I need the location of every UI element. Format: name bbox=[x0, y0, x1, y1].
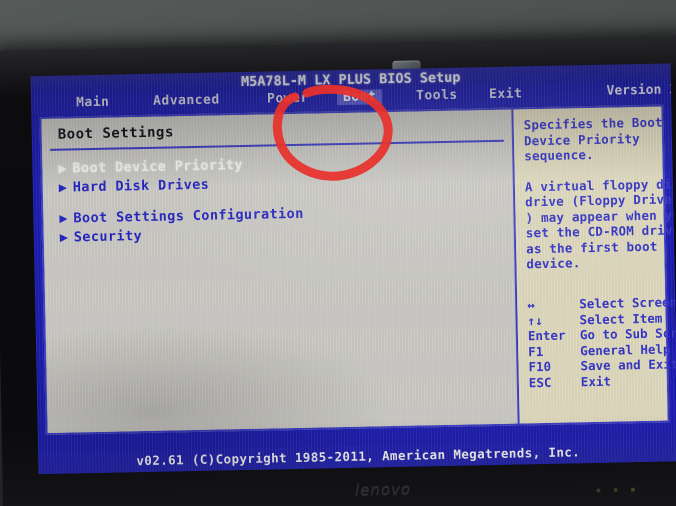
key-legend: ↔ Select Screen ↑↓ Select Item Enter Go to … bbox=[527, 294, 676, 390]
option-hard-disk-drives[interactable]: ▶ Hard Disk Drives bbox=[59, 177, 210, 196]
key-f10: F10 bbox=[528, 358, 552, 375]
option-boot-device-priority[interactable]: ▶ Boot Device Priority bbox=[58, 157, 243, 177]
monitor-brand-logo: lenovo bbox=[354, 479, 412, 499]
power-led-indicator bbox=[592, 485, 648, 495]
key-esc: ESC bbox=[528, 374, 552, 390]
bios-body-frame: Boot Settings ▶ Boot Device Priority ▶ Har… bbox=[39, 104, 676, 436]
arrow-up-down-icon: ↑↓ bbox=[527, 312, 543, 328]
photo-of-monitor: lenovo M5A78L-M LX PLUS BIOS Setup Main … bbox=[0, 0, 676, 506]
key-action: Exit bbox=[580, 373, 612, 389]
triangle-right-icon: ▶ bbox=[59, 229, 69, 246]
help-text-line: Device Priority bbox=[523, 130, 640, 148]
bios-options-pane: Boot Settings ▶ Boot Device Priority ▶ Har… bbox=[41, 109, 518, 433]
option-security[interactable]: ▶ Security bbox=[60, 228, 143, 246]
bios-screen: M5A78L-M LX PLUS BIOS Setup Main Advance… bbox=[30, 63, 676, 475]
key-f1: F1 bbox=[528, 343, 544, 359]
help-text-line: device. bbox=[526, 255, 581, 272]
bios-help-pane: Specifies the Boot Device Priority seque… bbox=[513, 106, 676, 424]
arrow-left-right-icon: ↔ bbox=[527, 297, 535, 313]
triangle-right-icon: ▶ bbox=[58, 160, 68, 177]
key-action: General Help bbox=[580, 340, 671, 358]
menu-item-boot[interactable]: Boot bbox=[336, 89, 383, 106]
triangle-right-icon: ▶ bbox=[58, 179, 68, 196]
bios-version-label: Version 1 bbox=[606, 82, 676, 99]
menu-item-advanced[interactable]: Advanced bbox=[153, 92, 220, 108]
key-enter: Enter bbox=[527, 327, 566, 344]
option-boot-settings-configuration[interactable]: ▶ Boot Settings Configuration bbox=[59, 206, 304, 227]
menu-item-main[interactable]: Main bbox=[76, 95, 110, 111]
key-legend-row: ESC Exit bbox=[529, 372, 676, 391]
option-label: Boot Device Priority bbox=[72, 156, 244, 177]
bios-footer: v02.61 (C)Copyright 1985-2011, American … bbox=[38, 439, 676, 475]
option-label: Hard Disk Drives bbox=[72, 176, 210, 196]
help-text-line: as the first boot bbox=[525, 238, 658, 256]
option-label: Boot Settings Configuration bbox=[73, 205, 304, 227]
monitor-bezel: lenovo M5A78L-M LX PLUS BIOS Setup Main … bbox=[0, 37, 676, 506]
menu-item-exit[interactable]: Exit bbox=[489, 86, 523, 102]
menu-item-tools[interactable]: Tools bbox=[416, 88, 458, 104]
key-legend-row: F10 Save and Exit bbox=[528, 356, 676, 375]
key-action: Select Item bbox=[579, 310, 663, 327]
triangle-right-icon: ▶ bbox=[59, 210, 69, 227]
menu-item-power[interactable]: Power bbox=[267, 91, 309, 107]
option-label: Security bbox=[73, 228, 143, 246]
key-action: Save and Exit bbox=[580, 356, 676, 374]
page-title: Boot Settings bbox=[57, 124, 174, 143]
